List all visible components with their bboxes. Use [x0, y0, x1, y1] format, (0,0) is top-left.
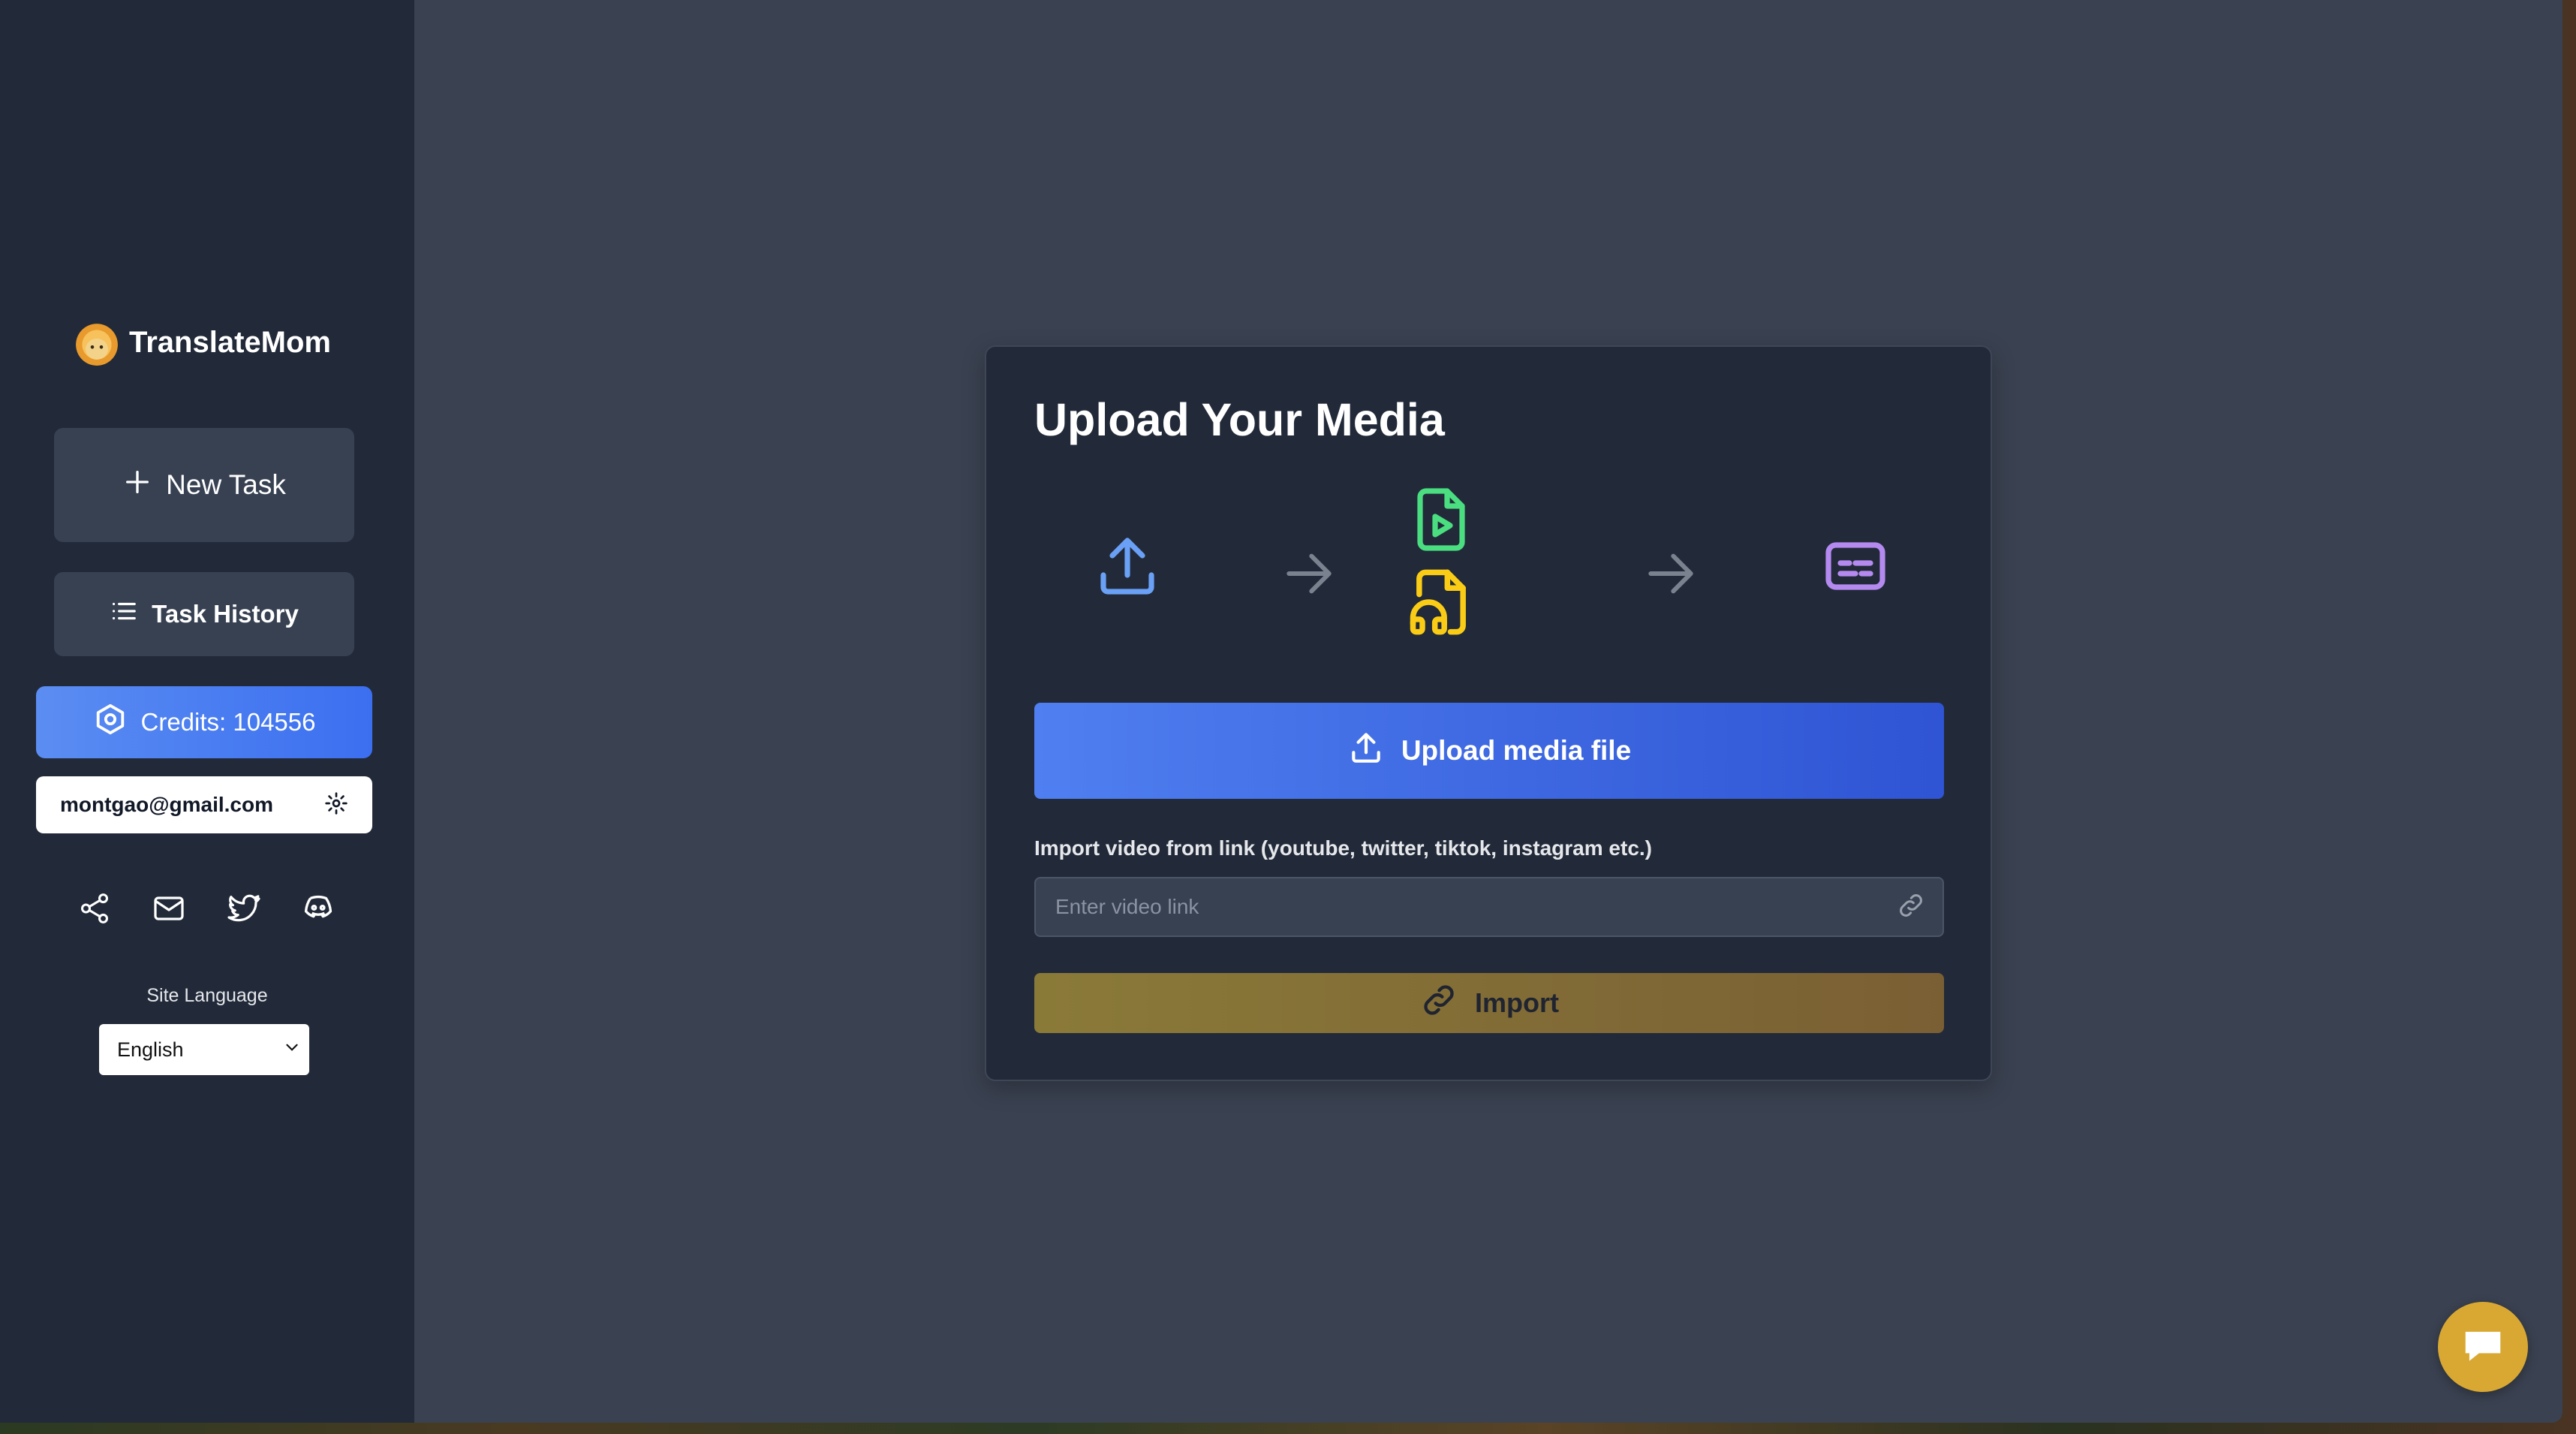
import-button[interactable]: Import — [1034, 973, 1944, 1033]
share-icon[interactable] — [75, 889, 114, 928]
arrow-right-icon — [1641, 544, 1701, 607]
social-links — [75, 889, 338, 928]
app-window: TranslateMom New Task Task History Credi… — [0, 0, 2562, 1423]
user-email: montgao@gmail.com — [60, 793, 273, 816]
video-file-icon — [1405, 484, 1477, 559]
site-language-label: Site Language — [146, 985, 268, 1006]
account-box[interactable]: montgao@gmail.com — [36, 776, 372, 833]
credits-button[interactable]: Credits: 104556 — [36, 686, 372, 758]
hexagon-icon — [93, 702, 128, 743]
chevron-down-icon — [282, 1038, 302, 1062]
upload-media-button[interactable]: Upload media file — [1034, 703, 1944, 799]
brand[interactable]: TranslateMom — [74, 318, 331, 366]
site-language-value: English — [117, 1038, 184, 1061]
upload-media-label: Upload media file — [1401, 735, 1632, 766]
list-icon — [110, 597, 138, 631]
video-link-field[interactable] — [1034, 877, 1944, 937]
card-title: Upload Your Media — [1034, 394, 1445, 445]
mail-icon[interactable] — [149, 889, 188, 928]
plus-icon — [122, 467, 152, 504]
task-history-button[interactable]: Task History — [54, 572, 354, 656]
new-task-button[interactable]: New Task — [54, 428, 354, 542]
link-icon — [1896, 890, 1926, 924]
site-language-select[interactable]: English — [99, 1024, 309, 1075]
brand-name: TranslateMom — [129, 325, 331, 359]
chat-icon — [2460, 1322, 2506, 1372]
arrow-right-icon — [1279, 544, 1339, 607]
audio-file-icon — [1404, 565, 1479, 643]
credits-label: Credits: 104556 — [140, 708, 316, 736]
upload-icon — [1091, 530, 1163, 606]
link-icon — [1419, 981, 1458, 1026]
import-label: Import — [1475, 987, 1559, 1018]
subtitles-icon — [1819, 530, 1891, 606]
task-history-label: Task History — [152, 600, 299, 628]
upload-card: Upload Your Media Upload media file Impo… — [985, 345, 1992, 1081]
new-task-label: New Task — [166, 469, 286, 500]
chat-widget-button[interactable] — [2438, 1302, 2528, 1392]
video-link-input[interactable] — [1054, 894, 1888, 920]
sidebar: TranslateMom New Task Task History Credi… — [0, 0, 414, 1423]
import-link-label: Import video from link (youtube, twitter… — [1034, 836, 1652, 860]
logo-icon — [74, 319, 120, 366]
gear-icon[interactable] — [324, 791, 348, 819]
upload-icon — [1347, 729, 1385, 773]
discord-icon[interactable] — [299, 889, 338, 928]
twitter-icon[interactable] — [224, 889, 263, 928]
